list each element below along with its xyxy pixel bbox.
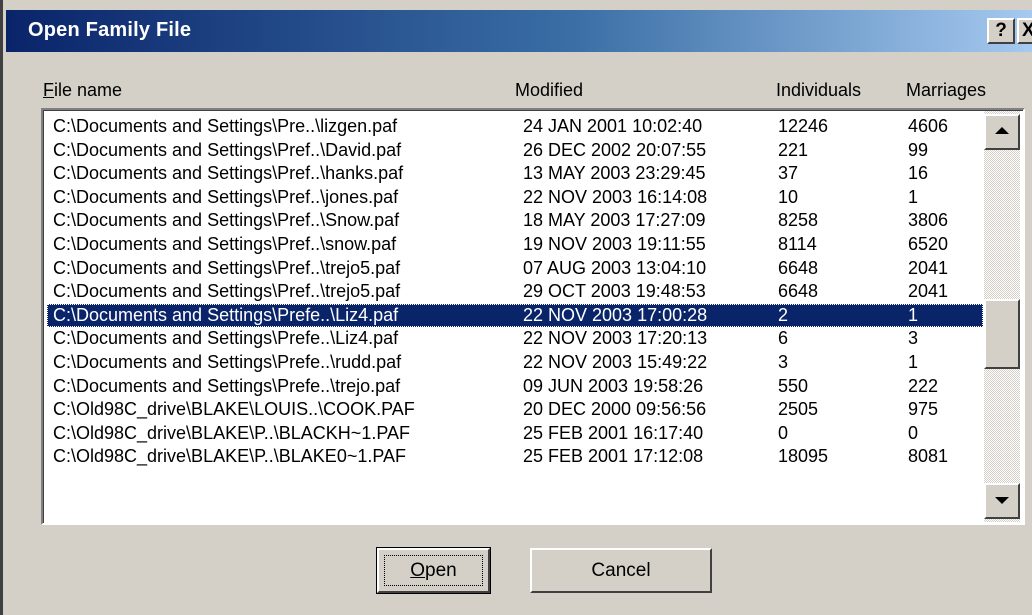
modified-cell: 22 NOV 2003 17:00:28 [523,304,708,325]
column-header-file-name-text: ile name [54,80,123,100]
table-row[interactable]: C:\Documents and Settings\Pref..\jones.p… [47,186,983,210]
modified-cell: 07 AUG 2003 13:04:10 [523,257,707,278]
file-path-cell: C:\Documents and Settings\Prefe..\Liz4.p… [53,304,399,325]
individuals-cell: 2 [778,304,789,325]
individuals-cell: 37 [778,163,799,184]
table-row[interactable]: C:\Documents and Settings\Pref..\David.p… [47,139,983,163]
file-rows: C:\Documents and Settings\Pre..\lizgen.p… [47,115,983,469]
individuals-cell: 2505 [778,399,819,420]
family-file-list[interactable]: C:\Documents and Settings\Pre..\lizgen.p… [41,108,1025,525]
individuals-cell: 6648 [778,281,819,302]
table-row[interactable]: C:\Documents and Settings\Prefe..\rudd.p… [47,351,983,375]
scroll-up-button[interactable] [984,114,1020,150]
column-header-modified: Modified [515,80,584,100]
open-button-label-text: pen [425,560,457,581]
individuals-cell: 18095 [778,446,829,467]
table-row[interactable]: C:\Documents and Settings\Prefe..\Liz4.p… [47,303,983,328]
table-row[interactable]: C:\Documents and Settings\Pref..\snow.pa… [47,233,983,257]
mnemonic-letter: F [43,80,54,100]
file-path-cell: C:\Documents and Settings\Pref..\trejo5.… [53,281,401,302]
file-path-cell: C:\Documents and Settings\Pre..\lizgen.p… [53,116,398,136]
individuals-cell: 8258 [778,210,819,231]
individuals-cell: 0 [778,422,789,443]
individuals-cell: 10 [778,186,799,207]
modified-cell: 18 MAY 2003 17:27:09 [523,210,706,231]
table-row[interactable]: C:\Old98C_drive\BLAKE\LOUIS..\COOK.PAF 20… [47,398,983,422]
vertical-scrollbar[interactable] [984,111,1020,522]
table-row[interactable]: C:\Documents and Settings\Pref..\trejo5.… [47,280,983,304]
file-path-cell: C:\Documents and Settings\Prefe..\rudd.p… [53,351,402,372]
marriages-cell: 1 [908,304,919,325]
modified-cell: 22 NOV 2003 15:49:22 [523,351,708,372]
triangle-down-icon [995,497,1009,504]
modified-cell: 13 MAY 2003 23:29:45 [523,163,706,184]
column-header-marriages: Marriages [906,80,987,100]
modified-cell: 25 FEB 2001 17:12:08 [523,446,704,467]
marriages-cell: 3 [908,328,919,349]
open-button[interactable]: Open [376,547,491,594]
table-row[interactable]: C:\Documents and Settings\Pref..\Snow.pa… [47,209,983,233]
marriages-cell: 1 [908,186,919,207]
marriages-cell: 975 [908,399,939,420]
window-title: Open Family File [28,19,192,41]
table-row[interactable]: C:\Old98C_drive\BLAKE\P..\BLACKH~1.PAF 25… [47,422,983,446]
marriages-cell: 3806 [908,210,949,231]
mnemonic-letter: O [410,560,426,581]
file-path-cell: C:\Documents and Settings\Pref..\Snow.pa… [53,210,400,231]
scroll-down-button[interactable] [984,483,1020,519]
modified-cell: 09 JUN 2003 19:58:26 [523,375,704,396]
column-header-file-name: File name [43,80,122,101]
table-row[interactable]: C:\Documents and Settings\Prefe..\trejo.… [47,375,983,399]
file-path-cell: C:\Documents and Settings\Pref..\David.p… [53,139,402,160]
modified-cell: 19 NOV 2003 19:11:55 [523,233,706,254]
modified-cell: 26 DEC 2002 20:07:55 [523,139,707,160]
individuals-cell: 3 [778,351,789,372]
marriages-cell: 8081 [908,446,949,467]
file-path-cell: C:\Documents and Settings\Pref..\hanks.p… [53,163,404,184]
marriages-cell: 2041 [908,281,949,302]
marriages-cell: 1 [908,351,919,372]
modified-cell: 22 NOV 2003 17:20:13 [523,328,708,349]
individuals-cell: 550 [778,375,809,396]
scroll-thumb[interactable] [984,299,1020,369]
file-path-cell: C:\Old98C_drive\BLAKE\P..\BLAKE0~1.PAF [53,446,407,467]
table-row[interactable]: C:\Old98C_drive\BLAKE\P..\BLAKE0~1.PAF 25… [47,445,983,469]
modified-cell: 29 OCT 2003 19:48:53 [523,281,706,302]
file-path-cell: C:\Old98C_drive\BLAKE\LOUIS..\COOK.PAF [53,399,415,420]
marriages-cell: 2041 [908,257,949,278]
marriages-cell: 0 [908,422,919,443]
file-path-cell: C:\Documents and Settings\Pref..\snow.pa… [53,233,397,254]
title-bar[interactable]: Open Family File ? X [6,10,1032,52]
marriages-cell: 16 [908,163,929,184]
open-family-file-dialog: Open Family File ? X File name Modified … [0,0,1032,615]
individuals-cell: 221 [778,139,809,160]
file-path-cell: C:\Documents and Settings\Pref..\trejo5.… [53,257,401,278]
file-path-cell: C:\Documents and Settings\Pref..\jones.p… [53,186,399,207]
table-row[interactable]: C:\Documents and Settings\Pre..\lizgen.p… [47,115,983,139]
file-path-cell: C:\Documents and Settings\Prefe..\Liz4.p… [53,328,399,349]
modified-cell: 22 NOV 2003 16:14:08 [523,186,708,207]
table-row[interactable]: C:\Documents and Settings\Prefe..\Liz4.p… [47,327,983,351]
help-button[interactable]: ? [987,18,1015,44]
close-button[interactable]: X [1017,18,1032,44]
individuals-cell: 12246 [778,116,829,136]
triangle-up-icon [995,127,1009,134]
individuals-cell: 6648 [778,257,819,278]
file-path-cell: C:\Old98C_drive\BLAKE\P..\BLACKH~1.PAF [53,422,411,443]
individuals-cell: 8114 [778,233,817,254]
table-row[interactable]: C:\Documents and Settings\Pref..\trejo5.… [47,257,983,281]
column-header-individuals: Individuals [776,80,862,100]
open-button-label: Open [410,560,456,581]
marriages-cell: 222 [908,375,939,396]
file-path-cell: C:\Documents and Settings\Prefe..\trejo.… [53,375,401,396]
cancel-button[interactable]: Cancel [530,548,712,593]
modified-cell: 20 DEC 2000 09:56:56 [523,399,707,420]
modified-cell: 24 JAN 2001 10:02:40 [523,116,703,136]
marriages-cell: 4606 [908,116,949,136]
modified-cell: 25 FEB 2001 16:17:40 [523,422,704,443]
individuals-cell: 6 [778,328,789,349]
table-row[interactable]: C:\Documents and Settings\Pref..\hanks.p… [47,162,983,186]
marriages-cell: 99 [908,139,929,160]
marriages-cell: 6520 [908,233,949,254]
